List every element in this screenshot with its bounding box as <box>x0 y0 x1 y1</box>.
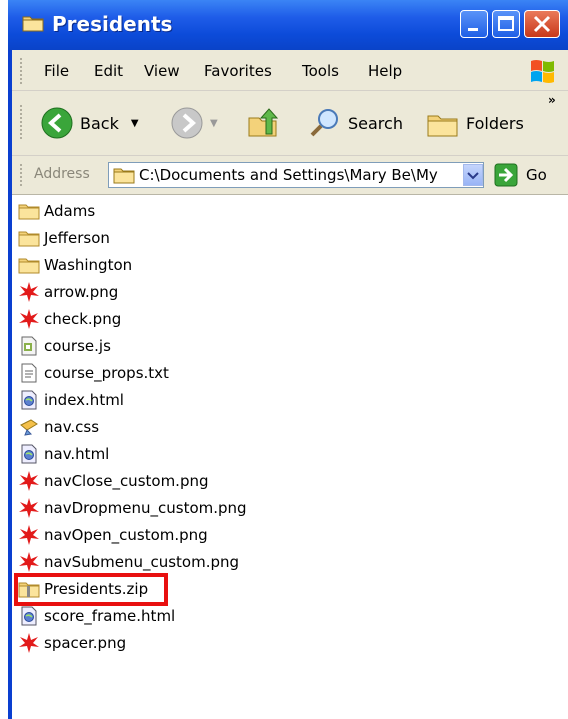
file-name: navSubmenu_custom.png <box>44 553 240 571</box>
png-image-icon <box>18 632 40 654</box>
address-bar: Address C:\Documents and Settings\Mary B… <box>12 156 568 195</box>
file-name: nav.css <box>44 418 100 436</box>
png-image-icon <box>18 308 40 330</box>
window-client-area: File Edit View Favorites Tools Help Back <box>12 50 568 719</box>
menu-help[interactable]: Help <box>368 62 402 80</box>
file-name: arrow.png <box>44 283 119 301</box>
png-image-icon <box>18 524 40 546</box>
file-name: nav.html <box>44 445 110 463</box>
search-button[interactable]: Search <box>308 103 403 143</box>
menu-grip[interactable] <box>20 58 25 84</box>
png-image-icon <box>18 281 40 303</box>
list-item[interactable]: navOpen_custom.png <box>18 523 208 547</box>
up-folder-icon <box>248 108 279 137</box>
go-button[interactable]: Go <box>494 163 547 187</box>
address-path: C:\Documents and Settings\Mary Be\My <box>139 166 438 184</box>
up-folder-button[interactable] <box>246 103 280 143</box>
list-item[interactable]: arrow.png <box>18 280 118 304</box>
file-name: navDropmenu_custom.png <box>44 499 247 517</box>
list-item[interactable]: course.js <box>18 334 111 358</box>
folder-icon <box>22 16 44 32</box>
html-file-icon <box>18 605 40 627</box>
back-arrow-icon <box>41 107 73 139</box>
html-file-icon <box>18 443 40 465</box>
file-list: Adams Jefferson Washington arrow.png che… <box>12 195 568 719</box>
back-button[interactable]: Back ▼ <box>40 103 139 143</box>
close-icon <box>533 15 551 33</box>
file-name: score_frame.html <box>44 607 176 625</box>
toolbar-grip[interactable] <box>20 105 25 139</box>
menu-view[interactable]: View <box>144 62 180 80</box>
menu-bar: File Edit View Favorites Tools Help <box>12 50 568 91</box>
file-name: index.html <box>44 391 124 409</box>
forward-dropdown-icon[interactable]: ▼ <box>210 118 218 129</box>
file-name: Jefferson <box>44 229 110 247</box>
png-image-icon <box>18 497 40 519</box>
list-item[interactable]: Washington <box>18 253 132 277</box>
search-label: Search <box>348 113 403 133</box>
text-file-icon <box>18 362 40 384</box>
explorer-window: Presidents File Edit View Favorites Tool… <box>8 0 568 719</box>
file-name: course_props.txt <box>44 364 169 382</box>
minimize-button[interactable] <box>460 10 488 38</box>
windows-logo-icon <box>531 60 554 83</box>
address-grip[interactable] <box>20 164 25 186</box>
go-label: Go <box>526 166 547 184</box>
list-item[interactable]: navSubmenu_custom.png <box>18 550 239 574</box>
file-name: Adams <box>44 202 96 220</box>
search-icon <box>310 109 338 137</box>
list-item[interactable]: course_props.txt <box>18 361 169 385</box>
png-image-icon <box>18 551 40 573</box>
list-item[interactable]: check.png <box>18 307 121 331</box>
menu-tools[interactable]: Tools <box>302 62 339 80</box>
back-label: Back <box>80 113 119 133</box>
window-title: Presidents <box>52 12 173 36</box>
png-image-icon <box>18 470 40 492</box>
minimize-icon <box>468 28 478 31</box>
toolbar-overflow-chevron-icon[interactable]: » <box>548 93 556 107</box>
back-dropdown-icon[interactable]: ▼ <box>131 118 139 129</box>
html-file-icon <box>18 389 40 411</box>
list-item[interactable]: Jefferson <box>18 226 110 250</box>
file-name: Washington <box>44 256 133 274</box>
folder-icon <box>113 168 135 184</box>
file-name: course.js <box>44 337 111 355</box>
menu-favorites[interactable]: Favorites <box>204 62 272 80</box>
folder-icon <box>18 227 40 249</box>
highlight-box <box>14 573 168 606</box>
menu-edit[interactable]: Edit <box>94 62 123 80</box>
folders-label: Folders <box>466 113 524 133</box>
file-name: navClose_custom.png <box>44 472 209 490</box>
maximize-button[interactable] <box>492 10 520 38</box>
title-bar[interactable]: Presidents <box>8 0 568 50</box>
list-item[interactable]: navClose_custom.png <box>18 469 209 493</box>
css-file-icon <box>18 416 40 438</box>
address-field[interactable]: C:\Documents and Settings\Mary Be\My <box>108 162 484 188</box>
menu-file[interactable]: File <box>44 62 69 80</box>
standard-toolbar: Back ▼ ▼ Search Folders » <box>12 91 568 156</box>
list-item[interactable]: Adams <box>18 199 95 223</box>
list-item[interactable]: nav.css <box>18 415 99 439</box>
list-item[interactable]: score_frame.html <box>18 604 175 628</box>
folder-icon <box>18 200 40 222</box>
folders-icon <box>427 115 458 137</box>
go-arrow-icon <box>494 163 518 187</box>
forward-arrow-icon <box>171 107 203 139</box>
list-item[interactable]: nav.html <box>18 442 109 466</box>
file-name: navOpen_custom.png <box>44 526 208 544</box>
file-name: spacer.png <box>44 634 127 652</box>
list-item[interactable]: spacer.png <box>18 631 126 655</box>
address-dropdown-button[interactable] <box>463 164 483 186</box>
close-button[interactable] <box>524 10 560 38</box>
folders-button[interactable]: Folders <box>426 103 524 143</box>
chevron-down-icon <box>467 172 479 180</box>
folder-icon <box>18 254 40 276</box>
file-name: check.png <box>44 310 122 328</box>
forward-button[interactable]: ▼ <box>170 103 218 143</box>
maximize-icon <box>498 16 514 31</box>
list-item[interactable]: navDropmenu_custom.png <box>18 496 247 520</box>
script-file-icon <box>18 335 40 357</box>
list-item[interactable]: index.html <box>18 388 124 412</box>
address-label: Address <box>34 166 90 182</box>
